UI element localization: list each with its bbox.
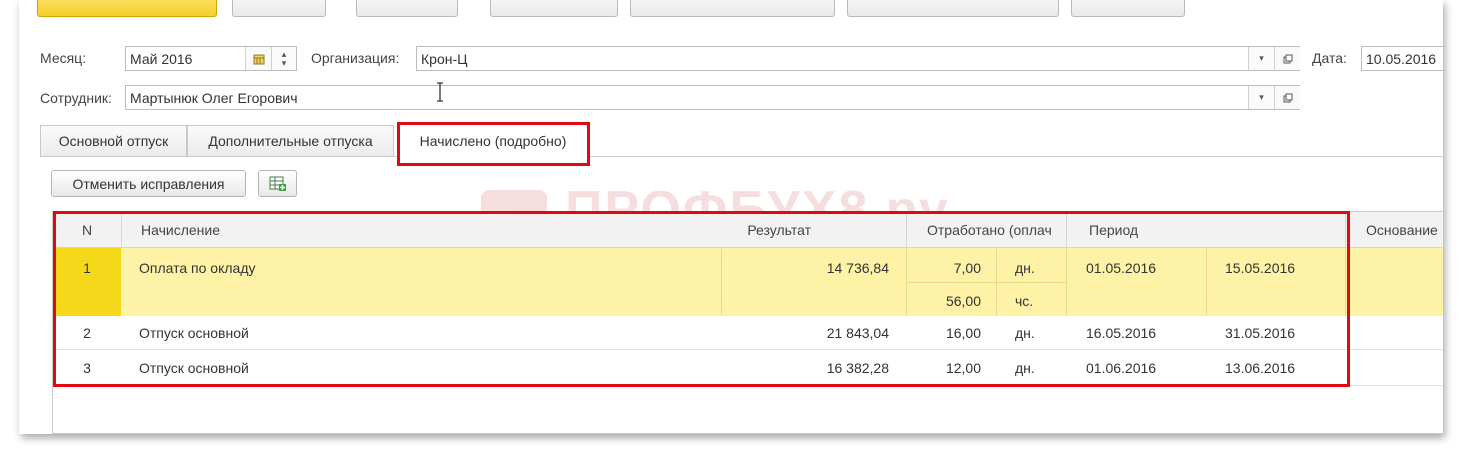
header-divider — [906, 212, 907, 248]
header-divider — [121, 212, 122, 248]
organization-label: Организация: — [311, 50, 400, 66]
organization-field[interactable]: Крон-Ц ▾ — [416, 46, 1300, 71]
employee-open-icon[interactable] — [1274, 86, 1300, 109]
period-from: 01.05.2016 — [1086, 260, 1157, 276]
header-divider — [1066, 212, 1067, 248]
month-label: Месяц: — [40, 50, 87, 66]
result-value: 16 382,28 — [826, 360, 889, 376]
accrual-name: Отпуск основной — [139, 325, 249, 341]
header-label: N — [81, 221, 93, 238]
pay-button[interactable] — [490, 0, 618, 17]
attached-files-button[interactable] — [847, 0, 1059, 17]
tab-label: Начислено (подробно) — [419, 133, 567, 149]
col-result-header[interactable]: Результат — [721, 212, 906, 248]
period-from: 16.05.2016 — [1086, 325, 1157, 341]
result-value: 21 843,04 — [826, 325, 889, 341]
worked-days-unit: дн. — [1015, 260, 1035, 276]
accrual-name: Оплата по окладу — [139, 260, 256, 276]
row-number: 2 — [83, 325, 91, 341]
header-label: Отработано (оплач — [927, 221, 1052, 238]
date-field[interactable]: 10.05.2016 — [1361, 46, 1443, 71]
header-divider — [1345, 212, 1346, 248]
tab-accrued-detailed[interactable]: Начислено (подробно) — [398, 124, 588, 157]
date-label: Дата: — [1312, 50, 1347, 66]
cell-divider — [1345, 248, 1346, 316]
worked-days: 12,00 — [945, 360, 981, 376]
button-label: Отменить исправления — [72, 175, 225, 192]
date-value: 10.05.2016 — [1366, 51, 1437, 67]
cell-divider — [1206, 248, 1207, 316]
table-add-button[interactable] — [258, 170, 297, 197]
tab-additional-vacations[interactable]: Дополнительные отпуска — [187, 125, 394, 156]
table-add-icon — [269, 176, 286, 191]
text-cursor-icon — [437, 82, 443, 102]
spin-down-icon[interactable]: ▾ — [282, 58, 287, 68]
month-value: Май 2016 — [130, 51, 193, 67]
period-from: 01.06.2016 — [1086, 360, 1157, 376]
col-n-header[interactable]: N — [53, 212, 121, 248]
document-window: Месяц: Май 2016 ▴ ▾ Организация: Крон-Ц … — [19, 0, 1443, 434]
col-accrual-header[interactable]: Начисление — [121, 212, 721, 248]
subrow-divider — [906, 282, 1066, 283]
cancel-corrections-button[interactable]: Отменить исправления — [51, 170, 246, 197]
post-button[interactable] — [356, 0, 458, 17]
col-period-header[interactable]: Период — [1066, 212, 1345, 248]
table-row[interactable]: 3 Отпуск основной 16 382,28 12,00 дн. 01… — [53, 350, 1443, 386]
tabs-baseline — [40, 156, 1443, 157]
save-button[interactable] — [232, 0, 326, 17]
worked-hours: 56,00 — [945, 293, 981, 309]
month-field[interactable]: Май 2016 ▴ ▾ — [125, 46, 297, 71]
cell-divider — [1066, 248, 1067, 316]
worked-hours-unit: чс. — [1015, 293, 1034, 309]
employee-dropdown-icon[interactable]: ▾ — [1248, 86, 1274, 109]
col-basis-header[interactable]: Основание — [1345, 212, 1443, 248]
worked-days-unit: дн. — [1015, 360, 1035, 376]
accrual-name: Отпуск основной — [139, 360, 249, 376]
period-to: 15.05.2016 — [1225, 260, 1296, 276]
organization-value: Крон-Ц — [421, 51, 468, 67]
row-number: 1 — [83, 260, 91, 276]
period-to: 13.06.2016 — [1225, 360, 1296, 376]
employee-label: Сотрудник: — [40, 90, 112, 106]
result-value: 14 736,84 — [826, 260, 889, 276]
period-to: 31.05.2016 — [1225, 325, 1296, 341]
table-row[interactable]: 2 Отпуск основной 21 843,04 16,00 дн. 16… — [53, 316, 1443, 350]
cell-divider — [721, 248, 722, 316]
calendar-icon[interactable] — [245, 47, 271, 70]
worked-days: 16,00 — [945, 325, 981, 341]
spin-buttons[interactable]: ▴ ▾ — [271, 47, 296, 70]
header-label: Результат — [747, 221, 811, 238]
header-label: Период — [1089, 221, 1139, 238]
row-selected-cell — [53, 248, 121, 316]
open-icon[interactable] — [1274, 47, 1300, 70]
header-label: Основание — [1366, 221, 1438, 238]
print-button[interactable] — [1071, 0, 1185, 17]
tab-label: Дополнительные отпуска — [208, 133, 373, 149]
col-worked-header[interactable]: Отработано (оплач — [906, 212, 1066, 248]
worked-days: 7,00 — [953, 260, 981, 276]
employee-value: Мартынюк Олег Егорович — [130, 90, 298, 106]
tab-label: Основной отпуск — [58, 133, 169, 149]
tab-main-vacation[interactable]: Основной отпуск — [40, 125, 187, 156]
worked-days-unit: дн. — [1015, 325, 1035, 341]
create-based-on-button[interactable] — [630, 0, 835, 17]
row-number: 3 — [83, 360, 91, 376]
table-row[interactable]: 1 Оплата по окладу 14 736,84 7,00 дн. 56… — [53, 248, 1443, 316]
dropdown-icon[interactable]: ▾ — [1248, 47, 1274, 70]
header-label: Начисление — [141, 221, 220, 238]
employee-field[interactable]: Мартынюк Олег Егорович ▾ — [125, 85, 1300, 110]
post-and-close-button[interactable] — [37, 0, 217, 17]
accruals-table[interactable]: N Начисление Результат Отработано (оплач… — [52, 211, 1443, 434]
